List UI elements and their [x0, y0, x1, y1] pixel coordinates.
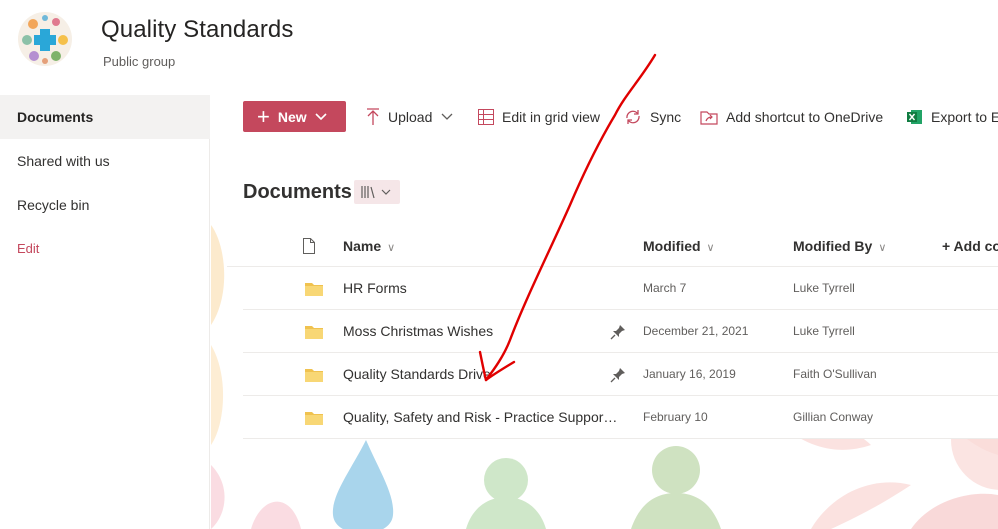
table-row[interactable]: HR Forms March 7 Luke Tyrrell [243, 267, 998, 310]
chevron-down-icon [315, 112, 327, 120]
new-button[interactable]: + New [243, 101, 346, 132]
file-type-icon[interactable] [303, 238, 315, 254]
export-label: Export to E [931, 109, 998, 125]
folder-icon [305, 283, 323, 296]
upload-icon [367, 108, 379, 125]
table-row[interactable]: Moss Christmas Wishes December 21, 2021 … [243, 310, 998, 353]
row-modified-by[interactable]: Luke Tyrrell [793, 267, 855, 310]
library-title: Documents [243, 181, 352, 203]
table-row[interactable]: Quality, Safety and Risk - Practice Supp… [243, 396, 998, 439]
nav-item-documents[interactable]: Documents [0, 95, 210, 139]
chevron-down-icon: ∨ [706, 242, 715, 254]
column-name-label: Name [343, 238, 382, 254]
edit-grid-view-label: Edit in grid view [502, 109, 601, 125]
column-modified-by-label: Modified By [793, 238, 873, 254]
row-modified: February 10 [643, 410, 708, 424]
column-header-name[interactable]: Name ∨ [343, 225, 395, 267]
edit-grid-view-button[interactable]: Edit in grid view [478, 105, 600, 129]
table-row[interactable]: Quality Standards Drive January 16, 2019… [243, 353, 998, 396]
row-modified-by[interactable]: Gillian Conway [793, 396, 873, 439]
excel-icon [907, 110, 922, 124]
add-shortcut-label: Add shortcut to OneDrive [726, 109, 884, 125]
row-name[interactable]: Moss Christmas Wishes [343, 310, 621, 353]
sync-label: Sync [650, 109, 682, 125]
upload-button[interactable]: Upload [366, 105, 453, 129]
chevron-down-icon [441, 113, 453, 120]
shortcut-icon [700, 111, 718, 125]
upload-label: Upload [388, 109, 433, 125]
folder-icon [305, 326, 323, 339]
column-header-modified[interactable]: Modified ∨ [643, 225, 715, 267]
main-content: + New Upload Edit in grid view Sync Add … [211, 95, 998, 529]
pin-icon[interactable] [610, 324, 626, 340]
sync-button[interactable]: Sync [624, 105, 681, 129]
row-modified-by[interactable]: Luke Tyrrell [793, 310, 855, 353]
row-modified: December 21, 2021 [643, 324, 749, 338]
left-navigation: Documents Shared with us Recycle bin Edi… [0, 95, 210, 529]
list-header: Name ∨ Modified ∨ Modified By ∨ + Add co [227, 225, 998, 267]
add-shortcut-onedrive-button[interactable]: Add shortcut to OneDrive [700, 105, 883, 129]
library-view-icon [361, 186, 391, 199]
column-header-modified-by[interactable]: Modified By ∨ [793, 225, 886, 267]
column-modified-label: Modified [643, 238, 701, 254]
row-name[interactable]: Quality Standards Drive [343, 353, 621, 396]
export-to-excel-button[interactable]: Export to E [907, 105, 998, 129]
folder-icon [305, 369, 323, 382]
sharepoint-window: Quality Standards Public group Documents… [0, 0, 998, 529]
nav-item-recycle-bin[interactable]: Recycle bin [0, 183, 210, 227]
nav-edit-link[interactable]: Edit [0, 227, 210, 271]
site-logo[interactable] [16, 10, 74, 68]
chevron-down-icon: ∨ [387, 242, 396, 254]
new-button-label: New [277, 108, 307, 125]
site-header: Quality Standards Public group [0, 0, 998, 95]
nav-item-shared-with-us[interactable]: Shared with us [0, 139, 210, 183]
grid-icon [478, 109, 494, 125]
pin-icon[interactable] [610, 367, 626, 383]
folder-icon [305, 412, 323, 425]
row-name[interactable]: HR Forms [343, 267, 621, 310]
chevron-down-icon: ∨ [878, 242, 887, 254]
row-modified: January 16, 2019 [643, 367, 736, 381]
row-modified-by[interactable]: Faith O'Sullivan [793, 353, 877, 396]
row-name[interactable]: Quality, Safety and Risk - Practice Supp… [343, 396, 621, 439]
command-bar: + New Upload Edit in grid view Sync Add … [211, 95, 998, 139]
plus-icon: + [257, 103, 270, 129]
add-column-button[interactable]: + Add co [942, 225, 998, 267]
sync-icon [626, 110, 640, 124]
view-options-button[interactable] [354, 180, 400, 204]
site-title[interactable]: Quality Standards [101, 16, 293, 44]
site-subtitle: Public group [103, 54, 176, 69]
row-modified: March 7 [643, 281, 687, 295]
